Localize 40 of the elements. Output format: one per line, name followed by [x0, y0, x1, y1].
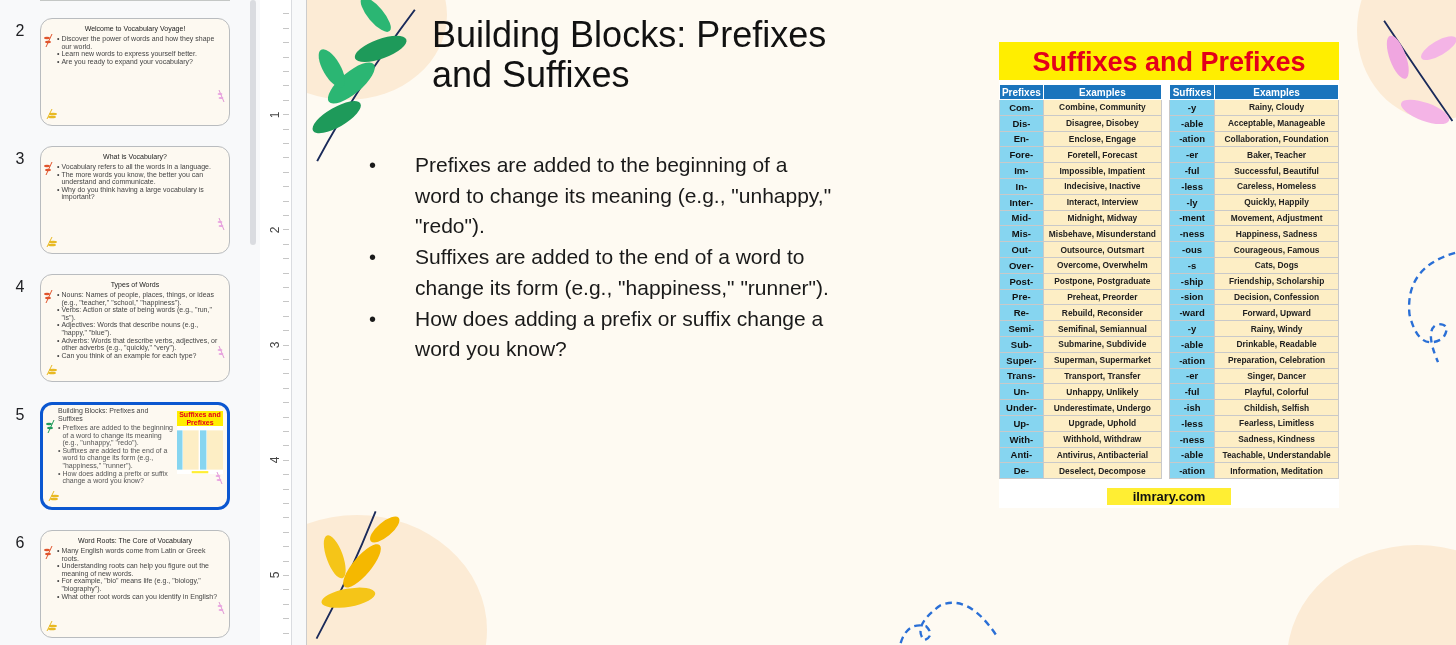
slide-number: 6 [14, 533, 26, 552]
slide-number: 2 [14, 21, 26, 40]
bullet-marker: • [369, 306, 377, 332]
bullet-marker: • [369, 153, 377, 178]
leaf-icon [217, 345, 225, 359]
leaf-icon [215, 471, 223, 485]
column-header: Examples [1043, 84, 1162, 100]
ruler-number: 5 [267, 571, 284, 579]
leaf-icon [46, 108, 58, 120]
bullet-marker: • [369, 245, 377, 271]
bullet-text: Suffixes are added to the end of a word to change its form (e.g., "happiness," "runner"). [415, 244, 830, 301]
leaf-icon [44, 545, 54, 559]
leaf-icon [46, 620, 58, 632]
column-header: Prefixes [999, 84, 1044, 100]
bullet-text: How does adding a prefix or suffix change a word you know? [415, 305, 825, 363]
column-header: Suffixes [1169, 84, 1215, 100]
leaf-icon [217, 89, 225, 103]
column-header: Examples [1214, 84, 1339, 100]
website-label: ilmrary.com [1106, 488, 1232, 506]
chart-title: Suffixes and Prefixes [999, 42, 1339, 80]
leaf-icon [44, 161, 54, 175]
slide-number: 5 [14, 405, 26, 424]
slide-number: 4 [14, 277, 26, 296]
table-image-thumbnail [177, 426, 223, 474]
leaf-icon [44, 33, 54, 47]
ruler-number: 4 [267, 456, 284, 464]
ruler-number: 3 [267, 341, 284, 349]
leaf-icon [217, 601, 225, 615]
leaf-icon [46, 419, 56, 433]
slide-title: Building Blocks: Prefixes and Suffixes [432, 15, 828, 95]
leaf-icon [46, 236, 58, 248]
leaf-icon [46, 364, 58, 376]
leaf-icon [48, 490, 60, 502]
ruler-number: 2 [267, 226, 284, 234]
leaf-icon [217, 217, 225, 231]
bullet-text: Prefixes are added to the beginning of a word to change its meaning (e.g., "unhappy," "redo"). [415, 152, 833, 240]
scrollbar-thumb[interactable] [250, 0, 256, 245]
slide-number: 3 [14, 149, 26, 168]
ruler-number: 1 [267, 111, 284, 119]
leaf-icon [44, 289, 54, 303]
